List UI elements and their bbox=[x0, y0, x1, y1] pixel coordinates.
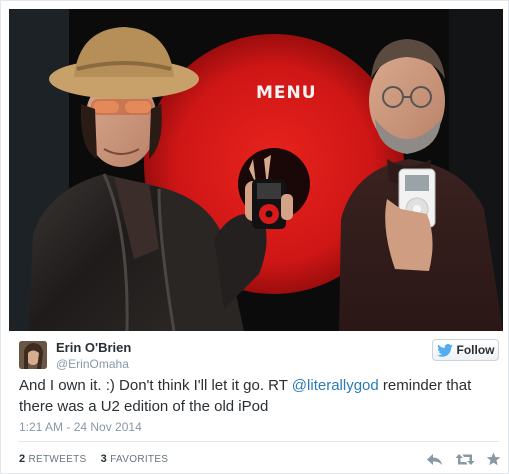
tweet-timestamp[interactable]: 1:21 AM - 24 Nov 2014 bbox=[19, 420, 142, 434]
favorite-icon[interactable] bbox=[486, 452, 501, 466]
retweet-icon[interactable] bbox=[455, 453, 475, 466]
tweet-stats: 2 RETWEETS 3 FAVORITES bbox=[19, 453, 168, 465]
reply-icon[interactable] bbox=[426, 453, 443, 466]
favorites-count[interactable]: 3 bbox=[101, 453, 107, 465]
retweets-label[interactable]: RETWEETS bbox=[29, 454, 87, 465]
user-handle[interactable]: @ErinOmaha bbox=[56, 357, 129, 371]
tweet-photo[interactable]: MENU bbox=[9, 9, 503, 331]
tweet-text-lead: And I own it. :) Don't think I'll let it… bbox=[19, 377, 292, 394]
divider bbox=[19, 441, 499, 442]
mention-link[interactable]: @literallygod bbox=[292, 377, 379, 394]
tweet-card: MENU Erin O'Brien @ErinOmaha Follow And … bbox=[0, 0, 509, 474]
stage-menu-label: MENU bbox=[256, 83, 317, 103]
tweet-text: And I own it. :) Don't think I'll let it… bbox=[19, 375, 499, 417]
photo-illustration bbox=[9, 9, 503, 331]
retweets-count[interactable]: 2 bbox=[19, 453, 25, 465]
tweet-actions bbox=[426, 451, 501, 467]
u2-ipod bbox=[252, 179, 286, 229]
avatar-image bbox=[19, 341, 47, 369]
avatar[interactable] bbox=[19, 341, 47, 369]
follow-button-label: Follow bbox=[456, 343, 495, 357]
follow-button[interactable]: Follow bbox=[432, 339, 499, 361]
user-display-name[interactable]: Erin O'Brien bbox=[56, 340, 131, 355]
favorites-label[interactable]: FAVORITES bbox=[110, 454, 168, 465]
twitter-bird-icon bbox=[436, 343, 453, 357]
